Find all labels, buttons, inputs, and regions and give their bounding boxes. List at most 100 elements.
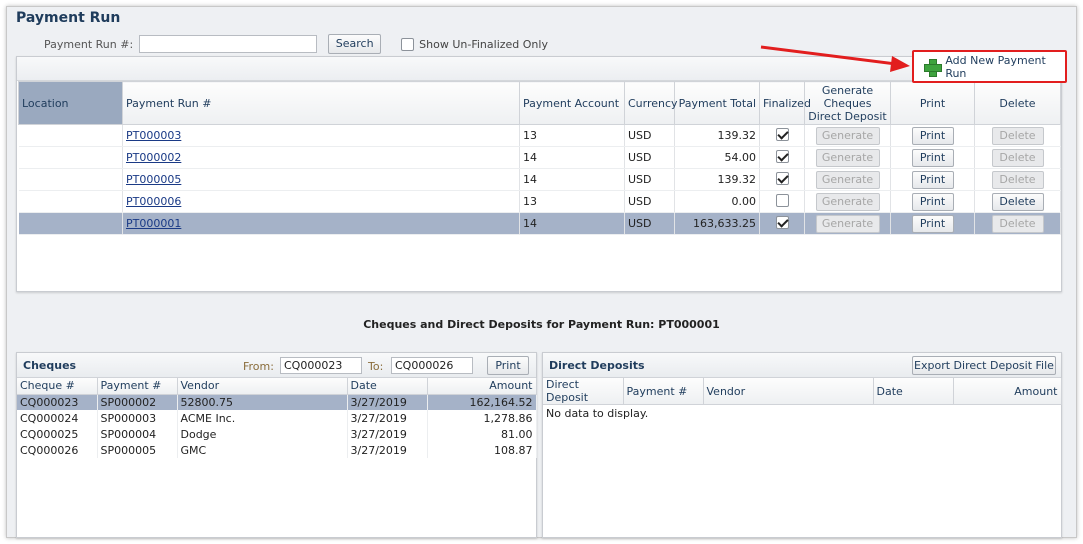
table-row[interactable]: CQ000023 SP000002 52800.75 3/27/2019 162,164… (17, 394, 537, 410)
print-cheques-button[interactable]: Print (487, 356, 529, 375)
table-row[interactable]: CQ000025 SP000004 Dodge 3/27/2019 81.00 (17, 426, 537, 442)
delete-button[interactable]: Delete (991, 148, 1044, 167)
generate-button[interactable]: Generate (815, 126, 880, 145)
cell-location (18, 124, 123, 147)
table-row[interactable]: PT000002 14 USD 54.00 Generate Print Delete (18, 146, 1061, 169)
cell-generate: Generate (804, 212, 891, 235)
col-dd-payment[interactable]: Payment # (623, 378, 704, 405)
cell-finalized (759, 146, 805, 169)
cell-print: Print (890, 168, 975, 191)
table-row[interactable]: PT000006 13 USD 0.00 Generate Print Delete (18, 190, 1061, 213)
cell-print: Print (890, 124, 975, 147)
print-button[interactable]: Print (911, 148, 954, 167)
cell-payment-account: 13 (519, 190, 625, 213)
cell-delete: Delete (974, 190, 1061, 213)
table-row[interactable]: CQ000024 SP000003 ACME Inc. 3/27/2019 1,278.… (17, 410, 537, 426)
direct-deposits-panel: Direct Deposits Export Direct Deposit Fi… (542, 352, 1062, 538)
col-finalized[interactable]: Finalized (759, 81, 811, 125)
finalized-checkbox[interactable] (775, 193, 789, 207)
cell-cheque: CQ000025 (17, 426, 98, 442)
col-date[interactable]: Date (347, 378, 428, 395)
cell-location (18, 212, 123, 235)
payment-run-link[interactable]: PT000006 (126, 195, 181, 208)
cell-payment-account: 14 (519, 212, 625, 235)
col-dd-vendor[interactable]: Vendor (703, 378, 874, 405)
cell-payment: SP000004 (97, 426, 178, 442)
print-button[interactable]: Print (911, 126, 954, 145)
delete-button[interactable]: Delete (991, 126, 1044, 145)
cell-generate: Generate (804, 124, 891, 147)
print-button[interactable]: Print (911, 214, 954, 233)
print-button[interactable]: Print (911, 192, 954, 211)
search-button[interactable]: Search (328, 34, 382, 54)
plus-icon (924, 58, 943, 77)
col-dd-amount[interactable]: Amount (953, 378, 1062, 405)
to-label: To: (368, 360, 384, 373)
payment-run-link[interactable]: PT000001 (126, 217, 181, 230)
table-row[interactable]: PT000003 13 USD 139.32 Generate Print Delete (18, 124, 1061, 147)
cell-payment-run: PT000002 (122, 146, 520, 169)
cell-payment-account: 13 (519, 124, 625, 147)
col-payment-run[interactable]: Payment Run # (122, 81, 520, 125)
generate-button[interactable]: Generate (815, 192, 880, 211)
cell-print: Print (890, 212, 975, 235)
table-row[interactable]: CQ000026 SP000005 GMC 3/27/2019 108.87 (17, 442, 537, 458)
cell-print: Print (890, 146, 975, 169)
cell-amount: 162,164.52 (427, 394, 537, 410)
col-dd-date[interactable]: Date (873, 378, 954, 405)
cell-payment-total: 139.32 (674, 124, 760, 147)
show-unfinalized-toggle[interactable]: Show Un-Finalized Only (401, 37, 548, 51)
export-direct-deposit-button[interactable]: Export Direct Deposit File (912, 356, 1056, 375)
add-new-payment-run-button[interactable]: Add New Payment Run (912, 50, 1067, 83)
col-generate: Generate Cheques Direct Deposit (804, 81, 891, 125)
payment-run-panel: Location Payment Run # Payment Account C… (16, 56, 1062, 292)
cell-delete: Delete (974, 146, 1061, 169)
cell-generate: Generate (804, 190, 891, 213)
col-amount[interactable]: Amount (427, 378, 537, 395)
cell-cheque: CQ000026 (17, 442, 98, 458)
col-payment[interactable]: Payment # (97, 378, 178, 395)
finalized-checkbox[interactable] (775, 171, 789, 185)
payment-run-link[interactable]: PT000002 (126, 151, 181, 164)
direct-deposits-header: Direct Deposits Export Direct Deposit Fi… (543, 353, 1061, 378)
payment-run-link[interactable]: PT000003 (126, 129, 181, 142)
col-payment-account[interactable]: Payment Account (519, 81, 625, 125)
delete-button[interactable]: Delete (991, 192, 1044, 211)
col-location[interactable]: Location (18, 81, 123, 125)
show-unfinalized-label: Show Un-Finalized Only (419, 37, 548, 51)
to-input[interactable]: CQ000026 (391, 357, 473, 374)
print-button[interactable]: Print (911, 170, 954, 189)
col-currency[interactable]: Currency (624, 81, 678, 125)
cell-generate: Generate (804, 146, 891, 169)
generate-button[interactable]: Generate (815, 214, 880, 233)
col-direct-deposit[interactable]: Direct Deposit (543, 378, 624, 405)
search-bar: Payment Run #: Search Show Un-Finalized … (44, 34, 548, 54)
cell-delete: Delete (974, 168, 1061, 191)
delete-button[interactable]: Delete (991, 214, 1044, 233)
direct-deposits-title: Direct Deposits (549, 359, 645, 372)
table-row[interactable]: PT000005 14 USD 139.32 Generate Print Delete (18, 168, 1061, 191)
cell-cheque: CQ000023 (17, 394, 98, 410)
from-input[interactable]: CQ000023 (280, 357, 362, 374)
payment-run-input[interactable] (139, 35, 318, 53)
generate-button[interactable]: Generate (815, 170, 880, 189)
cell-date: 3/27/2019 (347, 394, 428, 410)
show-unfinalized-checkbox[interactable] (401, 37, 415, 51)
finalized-checkbox[interactable] (775, 215, 789, 229)
col-cheque[interactable]: Cheque # (17, 378, 98, 395)
generate-button[interactable]: Generate (815, 148, 880, 167)
cell-vendor: 52800.75 (177, 394, 348, 410)
cell-payment-run: PT000005 (122, 168, 520, 191)
finalized-checkbox[interactable] (775, 127, 789, 141)
cell-amount: 81.00 (427, 426, 537, 442)
cell-payment-total: 163,633.25 (674, 212, 760, 235)
col-payment-total[interactable]: Payment Total (674, 81, 760, 125)
cell-payment: SP000005 (97, 442, 178, 458)
cell-currency: USD (624, 212, 675, 235)
delete-button[interactable]: Delete (991, 170, 1044, 189)
page-title: Payment Run (16, 10, 121, 26)
col-vendor[interactable]: Vendor (177, 378, 348, 395)
table-row[interactable]: PT000001 14 USD 163,633.25 Generate Print Dele… (18, 212, 1061, 235)
payment-run-link[interactable]: PT000005 (126, 173, 181, 186)
finalized-checkbox[interactable] (775, 149, 789, 163)
